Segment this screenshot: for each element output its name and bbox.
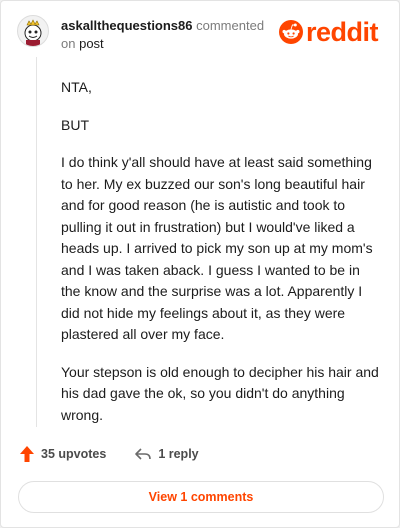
comment-meta: askallthequestions86 commented on post bbox=[61, 17, 271, 53]
on-text: on bbox=[61, 36, 76, 51]
comment-paragraph: I do think y'all should have at least sa… bbox=[61, 154, 373, 342]
comment-actions: 35 upvotes 1 reply bbox=[19, 445, 227, 463]
username[interactable]: askallthequestions86 bbox=[61, 18, 193, 33]
reply-arrow-icon bbox=[135, 448, 152, 460]
reply-button[interactable]: 1 reply bbox=[134, 447, 199, 461]
reply-count: 1 reply bbox=[158, 447, 199, 461]
upvote-button[interactable]: 35 upvotes bbox=[19, 445, 106, 463]
upvote-count: 35 upvotes bbox=[41, 447, 107, 461]
action-text: commented bbox=[196, 18, 265, 33]
reddit-alien-icon bbox=[279, 20, 303, 44]
view-comments-button[interactable]: View 1 comments bbox=[18, 481, 384, 513]
user-avatar[interactable] bbox=[17, 15, 49, 47]
comment-card: askallthequestions86 commented on post r… bbox=[0, 0, 400, 528]
avatar-icon bbox=[24, 19, 42, 46]
comment-paragraph: BUT bbox=[61, 116, 89, 133]
comment-paragraph: Your stepson is old enough to decipher h… bbox=[61, 363, 379, 423]
reddit-logo: reddit bbox=[279, 17, 379, 47]
upvote-arrow-icon bbox=[20, 446, 34, 462]
comment-paragraph: NTA, bbox=[61, 79, 92, 95]
post-link[interactable]: post bbox=[79, 36, 104, 51]
reddit-wordmark: reddit bbox=[306, 17, 379, 47]
thread-line[interactable] bbox=[36, 57, 37, 427]
comment-body: NTA, BUT I do think y'all should have at… bbox=[61, 77, 383, 442]
